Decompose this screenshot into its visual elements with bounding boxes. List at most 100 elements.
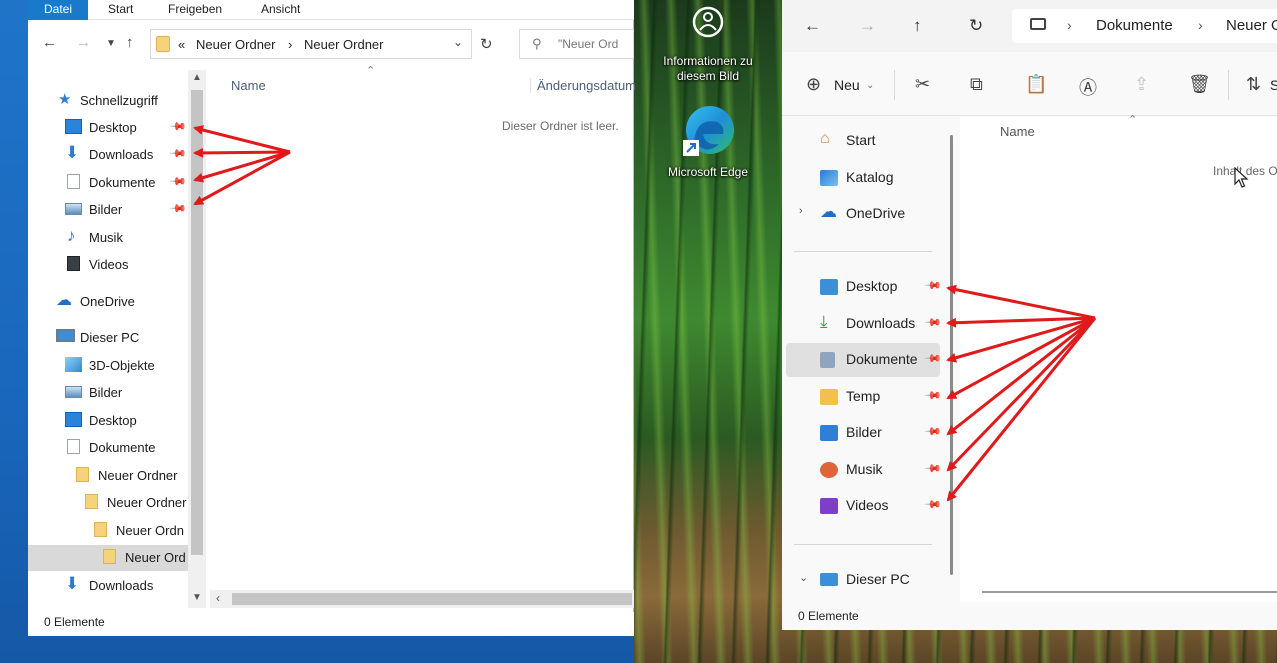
nav-item-3d-objects[interactable]: 3D-Objekte: [28, 353, 206, 379]
recent-chevron-icon[interactable]: ▼: [106, 38, 116, 49]
nav-item-folder[interactable]: Neuer Ordn: [28, 518, 206, 544]
breadcrumb-item[interactable]: Neuer O: [1226, 17, 1277, 34]
forward-icon[interactable]: →: [76, 34, 91, 51]
horizontal-scrollbar[interactable]: [982, 591, 1277, 593]
desktop-icon: [65, 119, 82, 134]
tab-ansicht[interactable]: Ansicht: [261, 0, 300, 20]
up-icon[interactable]: ↑: [126, 34, 134, 51]
pin-icon[interactable]: 📌: [923, 349, 942, 368]
nav-item-onedrive[interactable]: › ☁ OneDrive: [786, 197, 940, 231]
plus-circle-icon[interactable]: ⊕: [806, 74, 821, 95]
breadcrumb-item[interactable]: Dokumente: [1096, 17, 1173, 34]
pin-icon[interactable]: 📌: [923, 276, 942, 295]
column-header-name[interactable]: Name: [231, 78, 266, 93]
nav-item-pictures[interactable]: Bilder 📌: [786, 416, 942, 450]
nav-item-downloads-pc[interactable]: ⬇ Downloads: [28, 573, 206, 599]
nav-item-desktop[interactable]: Desktop 📌: [28, 115, 206, 141]
breadcrumb-separator[interactable]: ›: [288, 37, 292, 52]
search-input[interactable]: ⚲ "Neuer Ord: [519, 29, 634, 59]
scroll-thumb[interactable]: [232, 593, 632, 605]
nav-item-temp[interactable]: Temp 📌: [786, 380, 942, 414]
nav-item-desktop[interactable]: Desktop 📌: [786, 270, 942, 304]
desktop-icon-info[interactable]: Informationen zu diesem Bild: [650, 4, 766, 84]
nav-quick-access[interactable]: ★ Schnellzugriff: [28, 88, 206, 114]
nav-item-downloads[interactable]: ⤓ Downloads 📌: [786, 307, 942, 341]
rename-icon[interactable]: Ⓐ: [1079, 74, 1097, 100]
column-header-modified[interactable]: Änderungsdatum: [530, 78, 636, 93]
tab-freigeben[interactable]: Freigeben: [168, 0, 222, 20]
nav-item-videos[interactable]: Videos 📌: [786, 489, 942, 523]
refresh-icon[interactable]: ↻: [480, 35, 493, 53]
chevron-down-icon[interactable]: ⌄: [866, 80, 874, 91]
pin-icon[interactable]: 📌: [168, 172, 187, 191]
back-icon[interactable]: ←: [42, 34, 57, 51]
video-icon: [67, 256, 80, 271]
nav-item-gallery[interactable]: Katalog: [786, 161, 940, 195]
sort-button[interactable]: S: [1270, 77, 1277, 93]
horizontal-scrollbar[interactable]: ‹: [210, 590, 634, 608]
address-bar[interactable]: › Dokumente › Neuer O: [1012, 9, 1277, 43]
pin-icon[interactable]: 📌: [168, 117, 187, 136]
breadcrumb-item[interactable]: Neuer Ordner: [304, 37, 383, 52]
delete-icon[interactable]: 🗑: [1188, 74, 1211, 95]
up-icon[interactable]: ↑: [913, 16, 922, 36]
pin-icon[interactable]: 📌: [923, 459, 942, 478]
nav-item-documents[interactable]: Dokumente 📌: [28, 170, 206, 196]
nav-item-pc-pictures[interactable]: Bilder: [28, 380, 206, 406]
chevron-down-icon[interactable]: ⌄: [453, 35, 463, 49]
nav-item-folder-selected[interactable]: Neuer Ord: [28, 545, 206, 571]
search-icon: ⚲: [532, 36, 542, 51]
tab-datei[interactable]: Datei: [28, 0, 89, 20]
share-icon[interactable]: ⇪: [1134, 74, 1149, 95]
nav-item-folder[interactable]: Neuer Ordner: [28, 490, 206, 516]
address-overflow[interactable]: «: [178, 37, 185, 52]
pin-icon[interactable]: 📌: [168, 199, 187, 218]
nav-item-music[interactable]: Musik 📌: [786, 453, 942, 487]
pin-icon[interactable]: 📌: [923, 495, 942, 514]
nav-item-folder[interactable]: Neuer Ordner: [28, 463, 206, 489]
nav-label: Downloads: [89, 147, 154, 162]
nav-item-pc-desktop[interactable]: Desktop: [28, 408, 206, 434]
nav-label: Bilder: [89, 202, 123, 217]
breadcrumb-separator[interactable]: ›: [1198, 17, 1203, 33]
address-bar[interactable]: « Neuer Ordner › Neuer Ordner ⌄: [150, 29, 472, 59]
nav-scrollbar[interactable]: ▲ ▼: [188, 70, 206, 608]
nav-item-music[interactable]: ♪ Musik: [28, 225, 206, 251]
cut-icon[interactable]: ✂: [915, 74, 930, 95]
nav-item-this-pc[interactable]: ⌄ Dieser PC: [786, 563, 940, 597]
file-list[interactable]: Name ⌃ Änderungsdatum Dieser Ordner ist …: [206, 65, 636, 610]
pin-icon[interactable]: 📌: [923, 422, 942, 441]
back-icon[interactable]: ←: [804, 16, 821, 36]
new-button[interactable]: Neu: [834, 77, 860, 93]
nav-item-pictures[interactable]: Bilder 📌: [28, 197, 206, 223]
file-list[interactable]: Name ⌃ Inhalt des O: [960, 114, 1277, 602]
nav-item-pc-documents[interactable]: Dokumente: [28, 435, 206, 461]
nav-item-videos[interactable]: Videos: [28, 252, 206, 278]
nav-item-onedrive[interactable]: ☁ OneDrive: [28, 289, 206, 315]
copy-icon[interactable]: ⧉: [970, 74, 983, 95]
breadcrumb-item[interactable]: Neuer Ordner: [196, 37, 275, 52]
desktop-icon-edge[interactable]: Microsoft Edge: [658, 102, 758, 180]
chevron-down-icon[interactable]: ⌄: [799, 571, 808, 584]
nav-item-start[interactable]: ⌂ Start: [786, 124, 940, 158]
chevron-right-icon[interactable]: ›: [799, 205, 803, 217]
pin-icon[interactable]: 📌: [923, 386, 942, 405]
tab-start[interactable]: Start: [108, 0, 133, 20]
breadcrumb-separator[interactable]: ›: [1067, 17, 1072, 33]
refresh-icon[interactable]: ↻: [969, 16, 983, 36]
scroll-left-icon[interactable]: ‹: [216, 591, 220, 605]
forward-icon[interactable]: →: [859, 16, 876, 36]
sort-icon[interactable]: ⇅: [1246, 74, 1261, 95]
nav-scrollbar[interactable]: [950, 135, 953, 575]
nav-item-documents[interactable]: Dokumente 📌: [786, 343, 942, 377]
nav-item-this-pc[interactable]: Dieser PC: [28, 325, 206, 351]
nav-item-downloads[interactable]: ⬇ Downloads 📌: [28, 142, 206, 168]
nav-label: Dokumente: [89, 175, 156, 190]
paste-icon[interactable]: 📋: [1025, 74, 1047, 95]
scroll-down-icon[interactable]: ▼: [192, 592, 202, 603]
pin-icon[interactable]: 📌: [923, 313, 942, 332]
pin-icon[interactable]: 📌: [168, 144, 187, 163]
scroll-up-icon[interactable]: ▲: [192, 72, 202, 83]
scroll-thumb[interactable]: [191, 90, 203, 555]
column-header-name[interactable]: Name: [1000, 124, 1035, 139]
